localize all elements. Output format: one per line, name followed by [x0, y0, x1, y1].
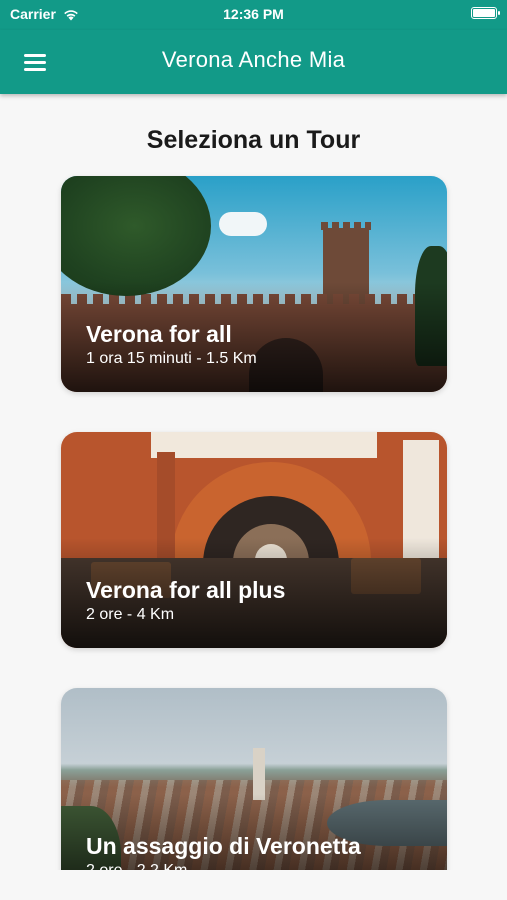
- tour-list[interactable]: Verona for all 1 ora 15 minuti - 1.5 Km …: [0, 160, 507, 870]
- tour-title: Verona for all plus: [86, 577, 286, 603]
- app-bar: Verona Anche Mia: [0, 30, 507, 94]
- status-time: 12:36 PM: [223, 6, 284, 22]
- battery-icon: [471, 7, 500, 19]
- tour-meta: 2 ore - 2.2 Km: [86, 862, 187, 870]
- status-bar: Carrier 12:36 PM: [0, 0, 507, 30]
- page-title: Seleziona un Tour: [146, 126, 361, 154]
- tour-card-verona-for-all-plus[interactable]: Verona for all plus 2 ore - 4 Km: [61, 432, 447, 648]
- tour-title: Verona for all: [86, 321, 232, 347]
- tour-meta: 1 ora 15 minuti - 1.5 Km: [86, 350, 257, 367]
- tour-title: Un assaggio di Veronetta: [86, 833, 361, 859]
- status-right: [471, 7, 500, 19]
- tour-card-verona-for-all[interactable]: Verona for all 1 ora 15 minuti - 1.5 Km: [61, 176, 447, 392]
- app-title: Verona Anche Mia: [161, 47, 346, 72]
- tour-card-un-assaggio-di-veronetta[interactable]: Un assaggio di Veronetta 2 ore - 2.2 Km: [61, 688, 447, 870]
- tour-meta: 2 ore - 4 Km: [86, 606, 175, 623]
